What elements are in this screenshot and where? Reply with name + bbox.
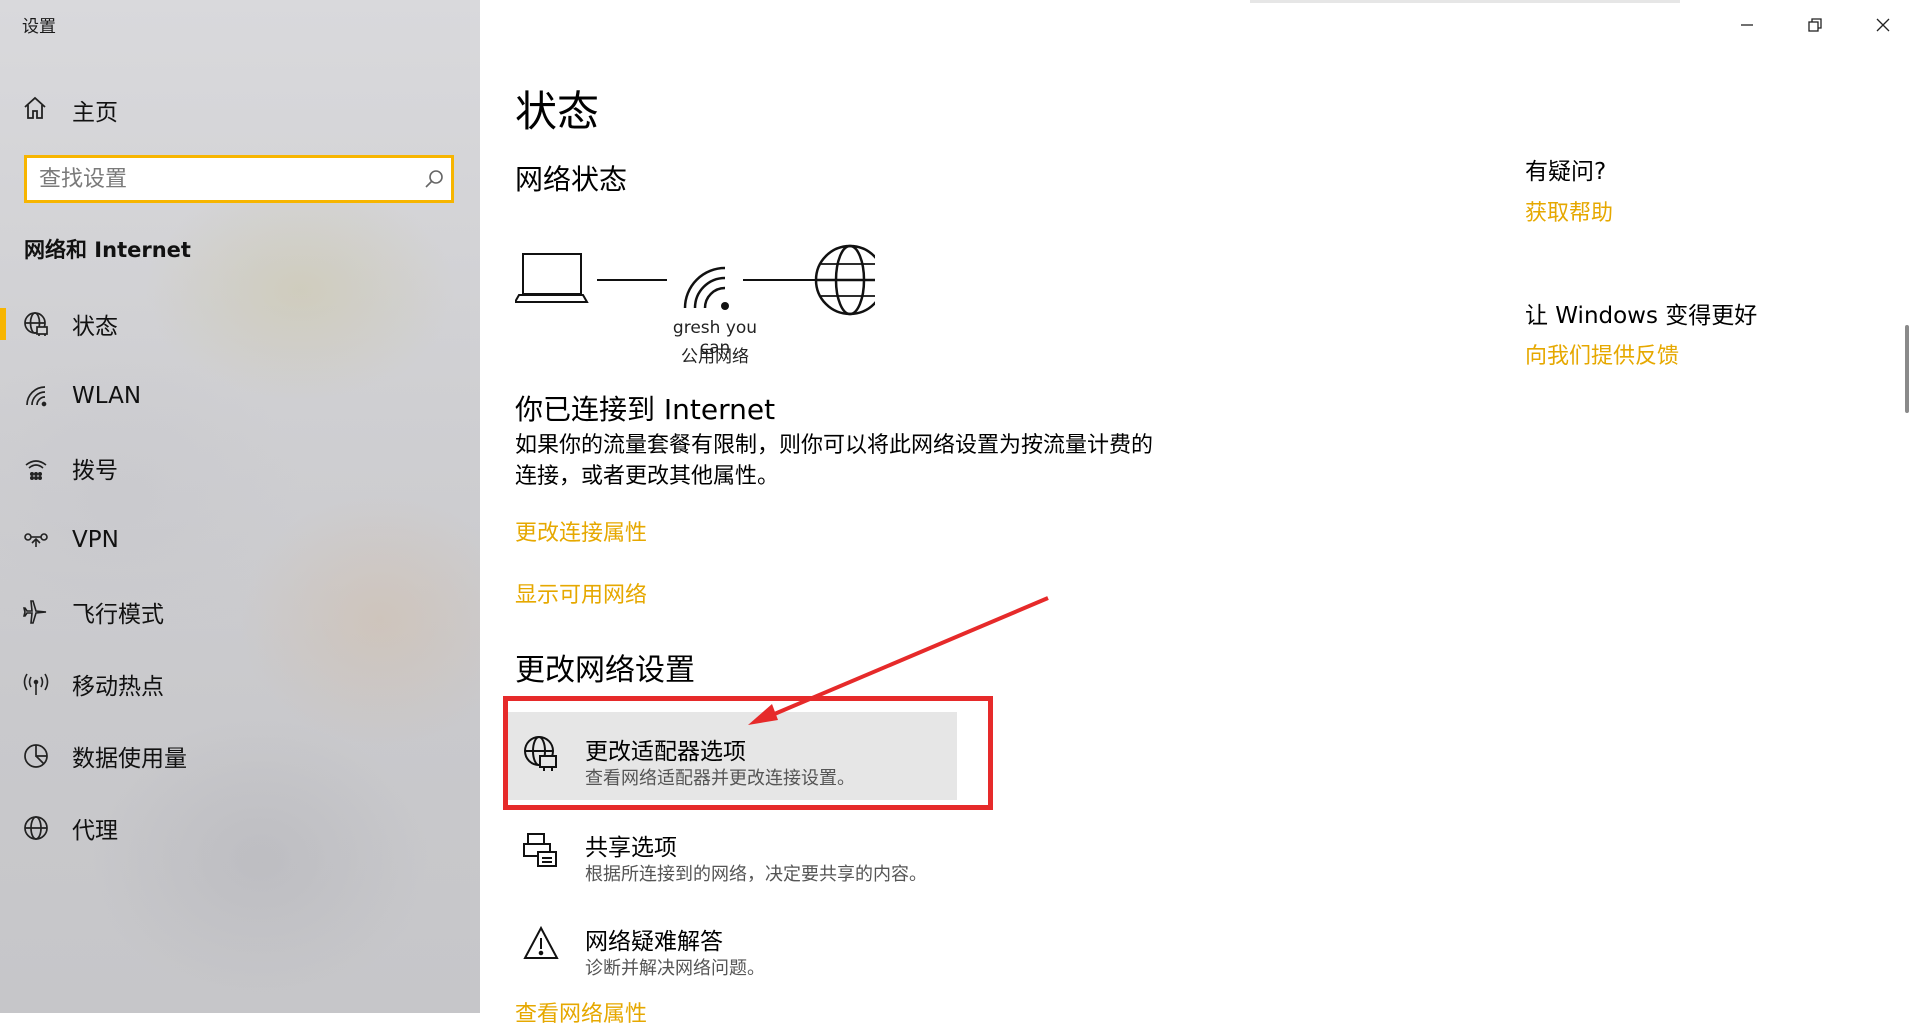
sidebar-item-dialup[interactable]: 拨号 bbox=[0, 432, 480, 504]
network-status-heading: 网络状态 bbox=[515, 163, 628, 196]
internet-globe-icon bbox=[814, 244, 886, 316]
sharing-options-item[interactable]: 共享选项 根据所连接到的网络，决定要共享的内容。 bbox=[507, 808, 957, 896]
sidebar-item-label: VPN bbox=[72, 527, 119, 553]
sidebar-item-vpn[interactable]: VPN bbox=[0, 504, 480, 576]
warning-icon bbox=[521, 922, 561, 966]
main-content: 状态 网络状态 gresh you can 公用网络 你已连接到 Interne… bbox=[480, 0, 1909, 1027]
network-type: 公用网络 bbox=[681, 347, 749, 367]
network-diagram bbox=[513, 240, 886, 324]
home-icon bbox=[22, 95, 48, 125]
window-title: 设置 bbox=[22, 17, 56, 37]
sidebar-item-airplane-mode[interactable]: 飞行模式 bbox=[0, 576, 480, 648]
vpn-icon bbox=[22, 526, 50, 554]
minimize-icon bbox=[1741, 24, 1753, 26]
page-title: 状态 bbox=[515, 87, 600, 136]
option-title: 共享选项 bbox=[585, 835, 677, 861]
sidebar-home-label: 主页 bbox=[72, 100, 118, 126]
sidebar-item-label: 拨号 bbox=[72, 458, 118, 484]
globe-icon bbox=[22, 814, 50, 842]
sidebar-item-label: 状态 bbox=[72, 314, 118, 340]
sidebar-item-proxy[interactable]: 代理 bbox=[0, 792, 480, 864]
hotspot-icon bbox=[22, 670, 50, 698]
change-adapter-options-item[interactable]: 更改适配器选项 查看网络适配器并更改连接设置。 bbox=[507, 712, 957, 800]
sidebar-item-label: 移动热点 bbox=[72, 674, 164, 700]
get-help-link[interactable]: 获取帮助 bbox=[1525, 195, 1613, 227]
change-network-settings-heading: 更改网络设置 bbox=[515, 653, 695, 688]
option-title: 网络疑难解答 bbox=[585, 929, 723, 955]
sidebar-item-label: WLAN bbox=[72, 383, 142, 409]
sidebar-item-data-usage[interactable]: 数据使用量 bbox=[0, 720, 480, 792]
scrollbar-thumb[interactable] bbox=[1905, 325, 1909, 413]
sidebar: 设置 主页 网络和 Internet 状态 bbox=[0, 0, 480, 1013]
close-button[interactable] bbox=[1858, 6, 1908, 44]
dialup-icon bbox=[22, 454, 50, 482]
globe-status-icon bbox=[22, 310, 50, 338]
sidebar-item-label: 代理 bbox=[72, 818, 118, 844]
option-description: 查看网络适配器并更改连接设置。 bbox=[585, 768, 855, 789]
sidebar-item-wlan[interactable]: WLAN bbox=[0, 360, 480, 432]
laptop-icon bbox=[513, 253, 589, 303]
connection-status-text: 你已连接到 Internet bbox=[515, 393, 776, 426]
change-connection-properties-link[interactable]: 更改连接属性 bbox=[515, 515, 647, 547]
data-usage-icon bbox=[22, 742, 50, 770]
network-troubleshooter-item[interactable]: 网络疑难解答 诊断并解决网络问题。 bbox=[507, 902, 957, 990]
search-box[interactable] bbox=[24, 155, 454, 203]
sidebar-nav: 状态 WLAN 拨号 VPN 飞行模式 移动热点 数据使用量 代理 bbox=[0, 288, 480, 864]
sidebar-home[interactable]: 主页 bbox=[22, 90, 442, 130]
sidebar-item-label: 飞行模式 bbox=[72, 602, 164, 628]
show-available-networks-link[interactable]: 显示可用网络 bbox=[515, 577, 647, 609]
option-title: 更改适配器选项 bbox=[585, 739, 746, 765]
wifi-icon bbox=[22, 382, 50, 410]
wifi-signal-icon bbox=[683, 266, 729, 310]
give-feedback-link[interactable]: 向我们提供反馈 bbox=[1525, 338, 1679, 370]
search-input[interactable] bbox=[27, 166, 417, 192]
sidebar-item-mobile-hotspot[interactable]: 移动热点 bbox=[0, 648, 480, 720]
improve-windows-heading: 让 Windows 变得更好 bbox=[1525, 303, 1758, 329]
minimize-button[interactable] bbox=[1722, 6, 1772, 44]
sharing-icon bbox=[521, 828, 561, 872]
sidebar-item-label: 数据使用量 bbox=[72, 746, 187, 772]
view-network-properties-link[interactable]: 查看网络属性 bbox=[515, 996, 647, 1028]
sidebar-item-status[interactable]: 状态 bbox=[0, 288, 480, 360]
top-strip bbox=[1250, 0, 1680, 3]
search-icon[interactable] bbox=[417, 162, 451, 196]
option-description: 诊断并解决网络问题。 bbox=[585, 958, 765, 979]
option-description: 根据所连接到的网络，决定要共享的内容。 bbox=[585, 864, 927, 885]
adapter-globe-icon bbox=[521, 732, 561, 776]
restore-icon bbox=[1808, 18, 1822, 32]
metered-description: 如果你的流量套餐有限制，则你可以将此网络设置为按流量计费的连接，或者更改其他属性… bbox=[515, 433, 1154, 489]
restore-button[interactable] bbox=[1790, 6, 1840, 44]
airplane-icon bbox=[22, 598, 50, 626]
sidebar-section-title: 网络和 Internet bbox=[24, 238, 191, 262]
help-question: 有疑问? bbox=[1525, 159, 1607, 185]
close-icon bbox=[1876, 18, 1890, 32]
